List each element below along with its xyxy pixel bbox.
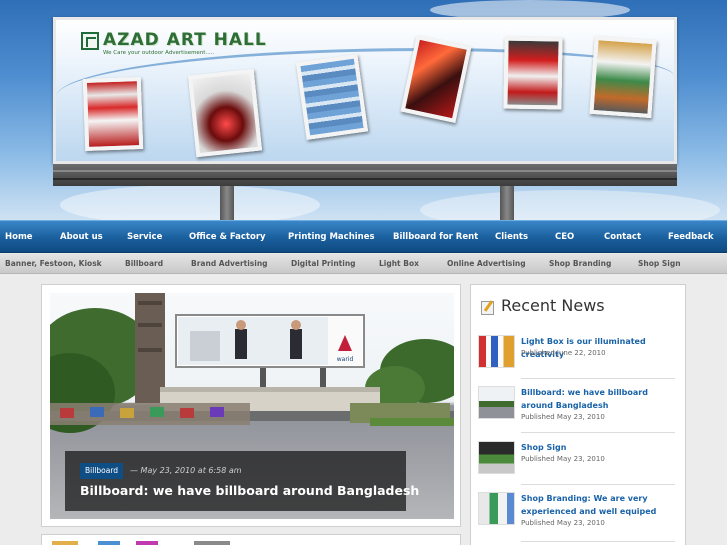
news-date: Published June 22, 2010 [521,349,606,357]
header-photo-kiosk [82,77,144,151]
featured-meta: — May 23, 2010 at 6:58 am [130,466,242,475]
featured-category-badge[interactable]: Billboard [80,463,124,479]
billboard-brand-text: warid [337,356,354,363]
category-navigation: Banner, Festoon, Kiosk Billboard Brand A… [0,254,727,274]
header-photo-display-stand [187,68,263,158]
nav-service[interactable]: Service [127,221,162,254]
thumbnail [136,541,158,545]
news-date: Published May 23, 2010 [521,413,605,421]
nav-about-us[interactable]: About us [60,221,103,254]
news-divider [521,484,675,485]
news-title[interactable]: Shop Branding: We are very experienced a… [521,492,681,518]
header-banner: AZAD ART HALL We Care your outdoor Adver… [0,0,727,220]
news-title[interactable]: Shop Sign [521,441,681,454]
nav-clients[interactable]: Clients [495,221,528,254]
logo-text: AZAD ART HALL [103,30,267,50]
subnav-digital-printing[interactable]: Digital Printing [291,254,356,274]
secondary-panel [41,534,461,545]
news-divider [521,378,675,379]
nav-home[interactable]: Home [5,221,33,254]
news-item: Shop Branding: We are very experienced a… [478,492,675,532]
recent-news-heading: Recent News [501,296,605,315]
featured-title[interactable]: Billboard: we have billboard around Bang… [80,483,419,498]
header-photo-shop-front [589,35,657,119]
thumbnail [52,541,78,545]
swoosh-decoration [56,48,674,118]
news-item: Shop Sign Published May 23, 2010 [478,441,675,477]
main-navigation: Home About us Service Office & Factory P… [0,220,727,253]
news-divider [521,432,675,433]
news-date: Published May 23, 2010 [521,455,605,463]
subnav-shop-sign[interactable]: Shop Sign [638,254,681,274]
news-divider [521,541,675,542]
subnav-shop-branding[interactable]: Shop Branding [549,254,611,274]
billboard-pole [220,186,234,220]
featured-caption: Billboard — May 23, 2010 at 6:58 am Bill… [65,451,419,511]
news-date: Published May 23, 2010 [521,519,605,527]
header-photo-red-booth [503,36,563,110]
news-thumbnail[interactable] [478,441,515,474]
header-billboard: AZAD ART HALL We Care your outdoor Adver… [53,17,677,164]
header-photo-shop-shelves [295,54,369,140]
subnav-banner-festoon-kiosk[interactable]: Banner, Festoon, Kiosk [5,254,102,274]
thumbnail [194,541,230,545]
recent-news-widget: Recent News Light Box is our illuminated… [470,284,686,545]
news-item: Light Box is our illuminated creativity … [478,335,675,371]
nav-feedback[interactable]: Feedback [668,221,714,254]
cloud [60,185,320,220]
featured-image[interactable]: warid Billboard — May 23, 2010 at 6:58 a… [50,293,454,519]
news-thumbnail[interactable] [478,386,515,419]
nav-ceo[interactable]: CEO [555,221,574,254]
cloud [420,190,720,220]
subnav-light-box[interactable]: Light Box [379,254,419,274]
news-thumbnail[interactable] [478,492,515,525]
nav-office-factory[interactable]: Office & Factory [189,221,266,254]
news-title[interactable]: Billboard: we have billboard around Bang… [521,386,681,412]
featured-post: warid Billboard — May 23, 2010 at 6:58 a… [41,284,461,527]
nav-contact[interactable]: Contact [604,221,641,254]
nav-billboard-for-rent[interactable]: Billboard for Rent [393,221,478,254]
thumbnail [98,541,120,545]
subnav-brand-advertising[interactable]: Brand Advertising [191,254,268,274]
logo-tagline: We Care your outdoor Advertisement..... [103,50,215,56]
news-item: Billboard: we have billboard around Bang… [478,386,675,422]
subnav-online-advertising[interactable]: Online Advertising [447,254,526,274]
notepad-pencil-icon [481,301,494,315]
news-title[interactable]: Light Box is our illuminated creativity [521,335,681,361]
billboard-pole [500,186,514,220]
nav-printing-machines[interactable]: Printing Machines [288,221,375,254]
billboard-frame [53,164,677,186]
news-thumbnail[interactable] [478,335,515,368]
logo-mark-icon [81,32,99,50]
subnav-billboard[interactable]: Billboard [125,254,163,274]
